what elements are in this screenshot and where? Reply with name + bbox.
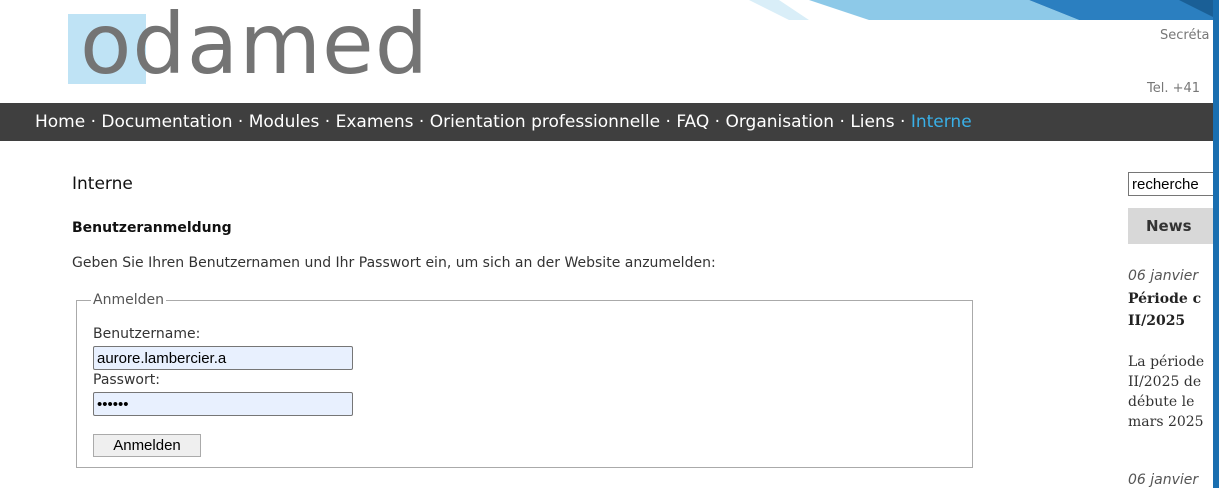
header-decoration [749,0,1219,20]
news-title[interactable]: Période c II/2025 [1128,288,1201,332]
header-contact-text: Secréta [1160,28,1210,43]
nav-separator: · [413,112,430,132]
section-title: Benutzeranmeldung [72,220,232,236]
news-title-line: II/2025 [1128,313,1186,329]
news-body-line: débute le [1128,394,1195,410]
news-title-line: Période c [1128,291,1202,307]
header-phone-text: Tel. +41 [1147,81,1201,96]
login-legend: Anmelden [93,292,164,308]
nav-items: Home · Documentation · Modules · Examens… [35,112,972,132]
nav-item-modules[interactable]: Modules [249,112,320,132]
nav-separator: · [232,112,249,132]
nav-separator: · [319,112,336,132]
nav-item-examens[interactable]: Examens [336,112,414,132]
nav-item-interne[interactable]: Interne [911,112,972,132]
nav-separator: · [660,112,677,132]
site-logo[interactable]: odamed [80,0,429,94]
page-title: Interne [72,174,133,194]
search-input[interactable] [1128,172,1219,196]
news-body: La période II/2025 de débute le mars 202… [1128,352,1204,432]
nav-item-organisation[interactable]: Organisation [725,112,834,132]
login-instructions: Geben Sie Ihren Benutzernamen und Ihr Pa… [72,255,716,271]
username-input[interactable] [93,346,353,370]
login-fieldset: Anmelden [76,292,973,468]
news-body-line: II/2025 de [1128,374,1202,390]
login-button[interactable]: Anmelden [93,434,201,457]
news-body-line: La période [1128,354,1205,370]
nav-item-orientation[interactable]: Orientation professionnelle [430,112,660,132]
username-label: Benutzername: [93,326,201,342]
nav-separator: · [894,112,911,132]
news-body-line: mars 2025 [1128,414,1204,430]
nav-item-liens[interactable]: Liens [850,112,894,132]
nav-separator: · [85,112,102,132]
nav-item-documentation[interactable]: Documentation [101,112,232,132]
nav-separator: · [709,112,726,132]
nav-separator: · [834,112,851,132]
news-date: 06 janvier [1128,472,1199,488]
nav-item-home[interactable]: Home [35,112,85,132]
page-edge-bar [1213,0,1219,488]
main-navigation: Home · Documentation · Modules · Examens… [0,103,1219,141]
news-header: News [1128,208,1218,244]
nav-item-faq[interactable]: FAQ [676,112,709,132]
news-date: 06 janvier [1128,268,1199,284]
password-input[interactable] [93,392,353,416]
password-label: Passwort: [93,372,160,388]
